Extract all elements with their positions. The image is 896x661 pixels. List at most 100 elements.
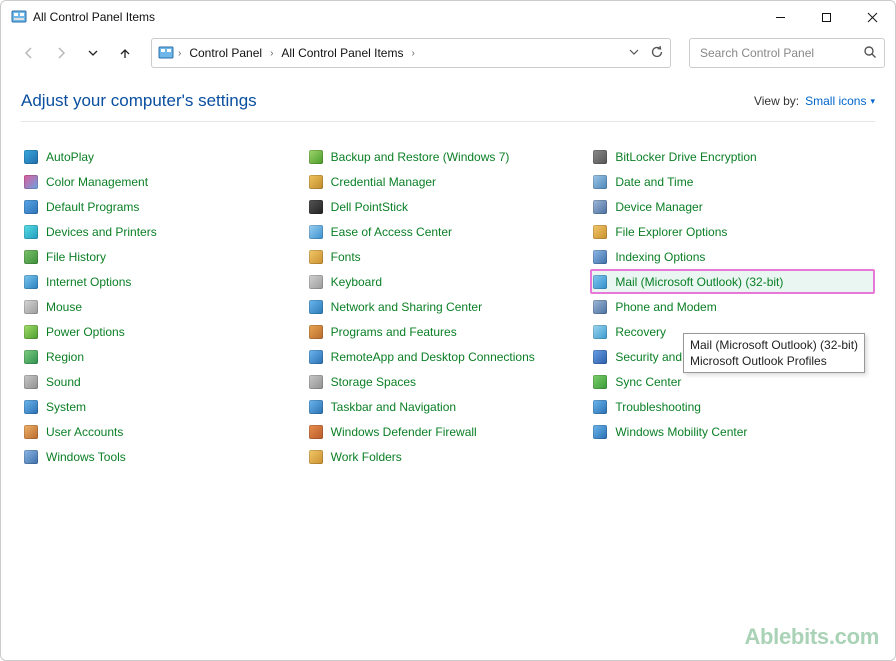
tooltip-line1: Mail (Microsoft Outlook) (32-bit) [690,337,858,353]
item-label: Mail (Microsoft Outlook) (32-bit) [615,275,783,289]
control-panel-item[interactable]: BitLocker Drive Encryption [590,144,875,169]
control-panel-item[interactable]: Phone and Modem [590,294,875,319]
control-panel-item[interactable]: Ease of Access Center [306,219,591,244]
item-label: Ease of Access Center [331,225,452,239]
item-icon [592,374,608,390]
control-panel-item[interactable]: Default Programs [21,194,306,219]
forward-button[interactable] [49,41,73,65]
item-icon [592,174,608,190]
item-label: Mouse [46,300,82,314]
item-label: Sound [46,375,81,389]
item-label: Color Management [46,175,148,189]
control-panel-item[interactable]: AutoPlay [21,144,306,169]
control-panel-item[interactable]: Credential Manager [306,169,591,194]
refresh-button[interactable] [650,45,664,62]
item-label: Taskbar and Navigation [331,400,456,414]
control-panel-item[interactable]: Mail (Microsoft Outlook) (32-bit) [590,269,875,294]
control-panel-item[interactable]: System [21,394,306,419]
item-icon [308,449,324,465]
search-icon[interactable] [863,45,877,62]
maximize-button[interactable] [803,1,849,33]
item-icon [592,424,608,440]
item-icon [23,249,39,265]
control-panel-item[interactable]: Programs and Features [306,319,591,344]
back-button[interactable] [17,41,41,65]
control-panel-item[interactable]: Taskbar and Navigation [306,394,591,419]
control-panel-item[interactable]: Indexing Options [590,244,875,269]
item-icon [592,274,608,290]
control-panel-item[interactable]: Network and Sharing Center [306,294,591,319]
control-panel-item[interactable]: RemoteApp and Desktop Connections [306,344,591,369]
item-label: Sync Center [615,375,681,389]
item-label: Dell PointStick [331,200,408,214]
chevron-right-icon[interactable]: › [176,48,183,59]
control-panel-item[interactable]: Mouse [21,294,306,319]
control-panel-icon [158,45,174,61]
titlebar: All Control Panel Items [1,1,895,33]
dropdown-caret-icon[interactable] [628,46,640,61]
control-panel-item[interactable]: Power Options [21,319,306,344]
breadcrumb-root[interactable]: Control Panel [185,46,266,60]
control-panel-item[interactable]: Date and Time [590,169,875,194]
control-panel-item[interactable]: Windows Mobility Center [590,419,875,444]
control-panel-item[interactable]: Windows Defender Firewall [306,419,591,444]
item-label: Fonts [331,250,361,264]
chevron-right-icon[interactable]: › [409,48,416,59]
control-panel-item[interactable]: User Accounts [21,419,306,444]
close-button[interactable] [849,1,895,33]
view-by-value: Small icons [805,94,866,108]
item-label: Devices and Printers [46,225,157,239]
item-label: Windows Defender Firewall [331,425,477,439]
item-label: File History [46,250,106,264]
up-button[interactable] [113,41,137,65]
control-panel-item[interactable]: Dell PointStick [306,194,591,219]
control-panel-item[interactable]: File History [21,244,306,269]
control-panel-item[interactable]: Work Folders [306,444,591,469]
item-label: Default Programs [46,200,139,214]
item-icon [23,374,39,390]
chevron-right-icon[interactable]: › [268,48,275,59]
item-label: User Accounts [46,425,123,439]
item-label: Network and Sharing Center [331,300,482,314]
item-label: Keyboard [331,275,382,289]
control-panel-item[interactable]: Troubleshooting [590,394,875,419]
view-by-dropdown[interactable]: Small icons ▾ [805,94,875,108]
control-panel-item[interactable]: File Explorer Options [590,219,875,244]
item-icon [308,324,324,340]
control-panel-item[interactable]: Keyboard [306,269,591,294]
window-title: All Control Panel Items [33,10,155,24]
item-icon [592,324,608,340]
item-icon [23,149,39,165]
item-label: Work Folders [331,450,402,464]
control-panel-item[interactable]: Internet Options [21,269,306,294]
tooltip-line2: Microsoft Outlook Profiles [690,353,858,369]
breadcrumb-current[interactable]: All Control Panel Items [277,46,407,60]
item-icon [592,349,608,365]
control-panel-item[interactable]: Color Management [21,169,306,194]
item-icon [23,349,39,365]
item-icon [23,399,39,415]
view-by-label: View by: [754,94,799,108]
address-bar[interactable]: › Control Panel › All Control Panel Item… [151,38,671,68]
search-input[interactable] [698,45,857,61]
control-panel-item[interactable]: Fonts [306,244,591,269]
control-panel-item[interactable]: Backup and Restore (Windows 7) [306,144,591,169]
item-label: Region [46,350,84,364]
control-panel-icon [11,9,27,25]
item-icon [308,349,324,365]
item-label: AutoPlay [46,150,94,164]
item-icon [308,174,324,190]
view-by-control: View by: Small icons ▾ [754,94,875,108]
page-heading: Adjust your computer's settings [21,91,257,111]
search-box[interactable] [689,38,885,68]
minimize-button[interactable] [757,1,803,33]
control-panel-item[interactable]: Device Manager [590,194,875,219]
control-panel-item[interactable]: Region [21,344,306,369]
recent-locations-button[interactable] [81,41,105,65]
item-icon [308,149,324,165]
item-label: Device Manager [615,200,702,214]
control-panel-item[interactable]: Windows Tools [21,444,306,469]
control-panel-item[interactable]: Devices and Printers [21,219,306,244]
control-panel-item[interactable]: Sound [21,369,306,394]
control-panel-item[interactable]: Storage Spaces [306,369,591,394]
